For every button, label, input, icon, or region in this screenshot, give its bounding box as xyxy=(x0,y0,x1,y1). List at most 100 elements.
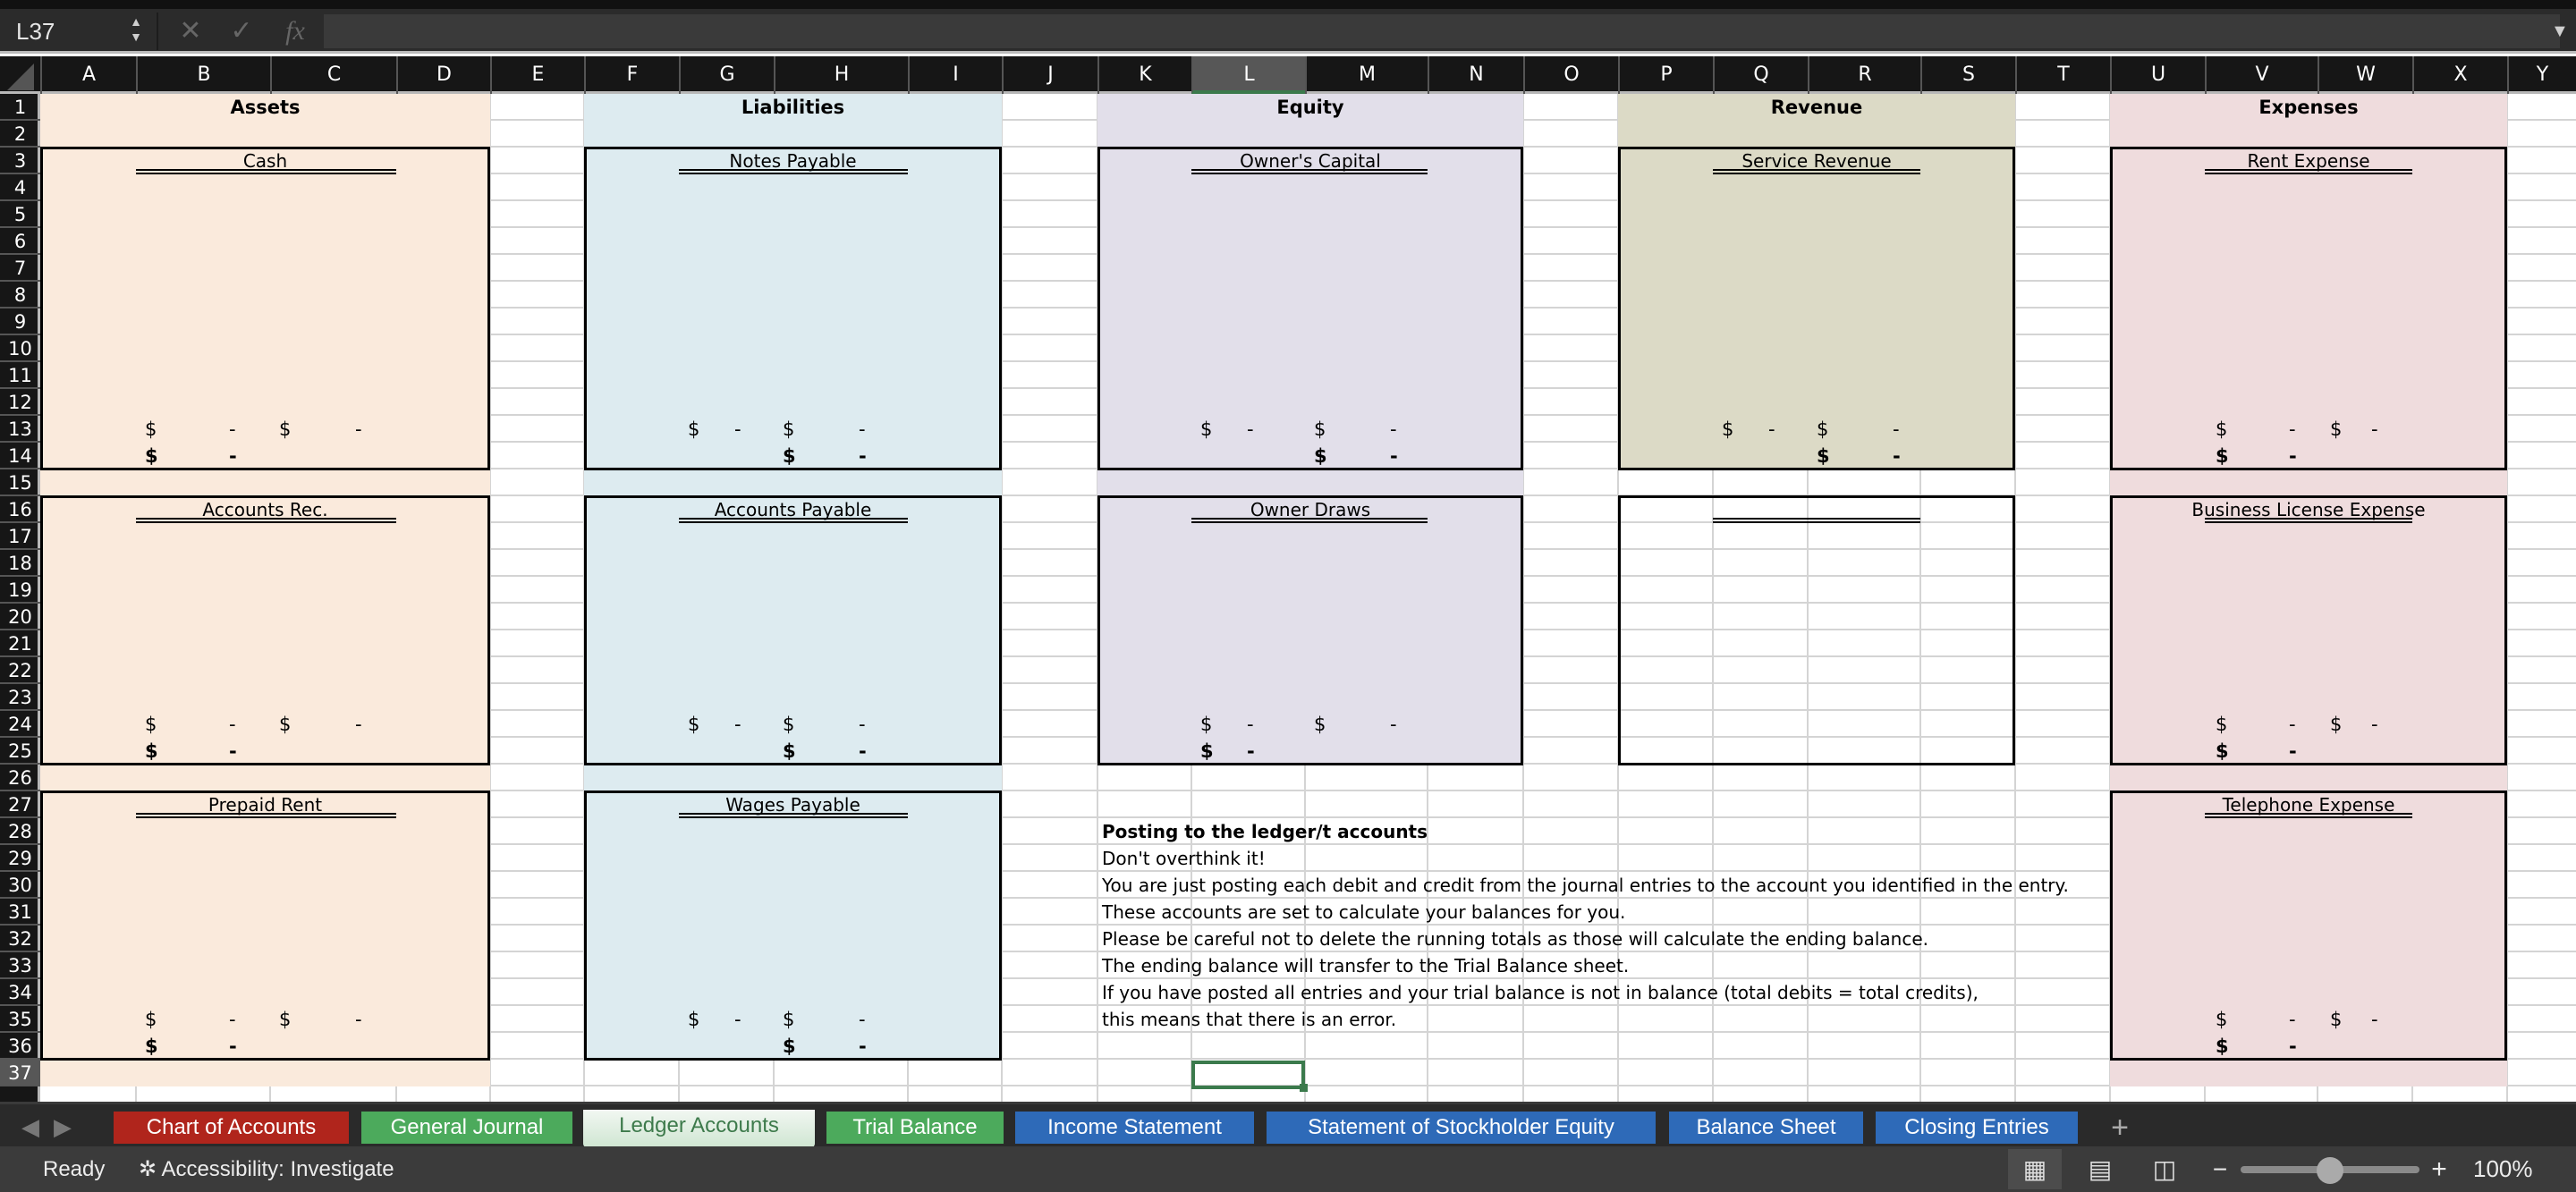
page-break-view-icon[interactable]: ◫ xyxy=(2138,1149,2191,1189)
row-header-28[interactable]: 28 xyxy=(0,818,40,845)
column-header-D[interactable]: D xyxy=(396,56,490,94)
column-header-K[interactable]: K xyxy=(1097,56,1191,94)
row-header-4[interactable]: 4 xyxy=(0,174,40,201)
gridline xyxy=(1919,94,1921,1104)
row-header-9[interactable]: 9 xyxy=(0,309,40,335)
accessibility-status[interactable]: ✲ Accessibility: Investigate xyxy=(139,1146,394,1192)
row-header-14[interactable]: 14 xyxy=(0,443,40,469)
row-header-27[interactable]: 27 xyxy=(0,791,40,818)
gridline xyxy=(773,94,775,1104)
zoom-in-button[interactable]: + xyxy=(2428,1146,2450,1192)
row-header-30[interactable]: 30 xyxy=(0,872,40,899)
column-header-B[interactable]: B xyxy=(136,56,270,94)
sheet-tab-balance-sheet[interactable]: Balance Sheet xyxy=(1669,1112,1863,1144)
column-header-N[interactable]: N xyxy=(1428,56,1523,94)
row-header-22[interactable]: 22 xyxy=(0,657,40,684)
zoom-slider-thumb[interactable] xyxy=(2317,1157,2343,1184)
normal-view-icon[interactable]: ▦ xyxy=(2008,1149,2062,1189)
row-header-6[interactable]: 6 xyxy=(0,228,40,255)
column-header-L[interactable]: L xyxy=(1191,56,1305,94)
row-header-17[interactable]: 17 xyxy=(0,523,40,550)
column-header-P[interactable]: P xyxy=(1618,56,1713,94)
sheet-tab-ledger-accounts[interactable]: Ledger Accounts xyxy=(583,1110,815,1147)
row-header-21[interactable]: 21 xyxy=(0,630,40,657)
column-header-Y[interactable]: Y xyxy=(2507,56,2576,94)
column-header-H[interactable]: H xyxy=(774,56,908,94)
row-header-18[interactable]: 18 xyxy=(0,550,40,577)
sheet-tab-general-journal[interactable]: General Journal xyxy=(361,1112,572,1144)
gridline xyxy=(135,94,137,1104)
column-header-I[interactable]: I xyxy=(908,56,1002,94)
column-header-C[interactable]: C xyxy=(270,56,396,94)
column-header-F[interactable]: F xyxy=(584,56,679,94)
add-sheet-button[interactable]: + xyxy=(2097,1112,2142,1144)
sheet-tab-closing-entries[interactable]: Closing Entries xyxy=(1876,1112,2078,1144)
row-header-36[interactable]: 36 xyxy=(0,1033,40,1060)
column-header-M[interactable]: M xyxy=(1305,56,1428,94)
gridline xyxy=(2506,94,2508,1104)
row-header-34[interactable]: 34 xyxy=(0,979,40,1006)
gridline xyxy=(2411,94,2413,1104)
column-header-A[interactable]: A xyxy=(40,56,136,94)
column-header-R[interactable]: R xyxy=(1808,56,1920,94)
page-layout-view-icon[interactable]: ▤ xyxy=(2073,1149,2127,1189)
row-header-16[interactable]: 16 xyxy=(0,496,40,523)
formula-bar-divider xyxy=(157,13,158,50)
sheet-nav-arrows-icon[interactable]: ◀▶ xyxy=(0,1104,107,1149)
instruction-note-line: Posting to the ledger/t accounts xyxy=(1102,821,1428,842)
column-header-G[interactable]: G xyxy=(679,56,774,94)
zoom-out-button[interactable]: − xyxy=(2209,1146,2231,1192)
name-box-stepper-icon[interactable]: ▲ ▼ xyxy=(125,14,147,48)
row-header-19[interactable]: 19 xyxy=(0,577,40,604)
sheet-tab-statement-of-stockholder-equity[interactable]: Statement of Stockholder Equity xyxy=(1267,1112,1656,1144)
chevron-down-icon[interactable]: ▼ xyxy=(2551,16,2572,46)
select-all-button[interactable] xyxy=(0,56,40,94)
row-header-12[interactable]: 12 xyxy=(0,389,40,416)
row-header-1[interactable]: 1 xyxy=(0,94,40,121)
row-header-13[interactable]: 13 xyxy=(0,416,40,443)
column-header-O[interactable]: O xyxy=(1523,56,1618,94)
sheet-tab-chart-of-accounts[interactable]: Chart of Accounts xyxy=(114,1112,349,1144)
row-header-33[interactable]: 33 xyxy=(0,952,40,979)
column-header-S[interactable]: S xyxy=(1920,56,2015,94)
selected-cell-L37[interactable] xyxy=(1191,1061,1305,1089)
row-header-37[interactable]: 37 xyxy=(0,1060,40,1086)
column-header-U[interactable]: U xyxy=(2110,56,2205,94)
function-icon[interactable]: fx xyxy=(277,14,313,48)
row-header-29[interactable]: 29 xyxy=(0,845,40,872)
row-header-3[interactable]: 3 xyxy=(0,148,40,174)
row-header-10[interactable]: 10 xyxy=(0,335,40,362)
column-header-W[interactable]: W xyxy=(2318,56,2412,94)
row-header-20[interactable]: 20 xyxy=(0,604,40,630)
row-header-35[interactable]: 35 xyxy=(0,1006,40,1033)
instruction-note-line: These accounts are set to calculate your… xyxy=(1102,901,1626,923)
row-header-15[interactable]: 15 xyxy=(0,469,40,496)
confirm-icon[interactable]: ✓ xyxy=(225,14,258,48)
row-header-31[interactable]: 31 xyxy=(0,899,40,926)
row-header-26[interactable]: 26 xyxy=(0,765,40,791)
sheet-tab-income-statement[interactable]: Income Statement xyxy=(1015,1112,1254,1144)
cancel-icon[interactable]: ✕ xyxy=(174,14,207,48)
gridline xyxy=(489,94,491,1104)
row-header-24[interactable]: 24 xyxy=(0,711,40,738)
row-header-2[interactable]: 2 xyxy=(0,121,40,148)
row-header-5[interactable]: 5 xyxy=(0,201,40,228)
row-header-23[interactable]: 23 xyxy=(0,684,40,711)
row-header-11[interactable]: 11 xyxy=(0,362,40,389)
row-header-32[interactable]: 32 xyxy=(0,926,40,952)
column-header-T[interactable]: T xyxy=(2015,56,2110,94)
formula-input[interactable] xyxy=(324,14,2560,48)
sheet-tab-trial-balance[interactable]: Trial Balance xyxy=(826,1112,1004,1144)
column-header-V[interactable]: V xyxy=(2205,56,2318,94)
gridline xyxy=(269,94,271,1104)
fill-handle[interactable] xyxy=(1300,1084,1308,1092)
row-header-7[interactable]: 7 xyxy=(0,255,40,282)
gridline xyxy=(2317,94,2318,1104)
column-header-Q[interactable]: Q xyxy=(1713,56,1808,94)
column-header-E[interactable]: E xyxy=(490,56,584,94)
column-header-X[interactable]: X xyxy=(2412,56,2507,94)
zoom-level[interactable]: 100% xyxy=(2473,1146,2533,1192)
row-header-25[interactable]: 25 xyxy=(0,738,40,765)
column-header-J[interactable]: J xyxy=(1002,56,1097,94)
row-header-8[interactable]: 8 xyxy=(0,282,40,309)
